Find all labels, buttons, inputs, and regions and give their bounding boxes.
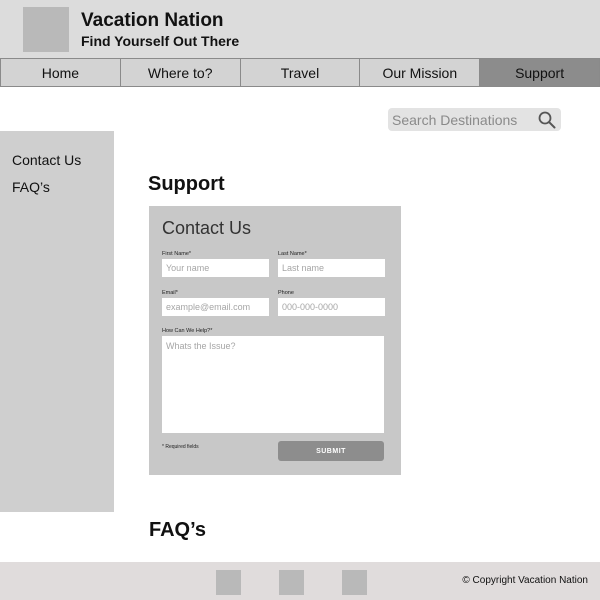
page-title: Support	[148, 173, 225, 195]
sidebar-item-faqs[interactable]: FAQ’s	[12, 179, 50, 195]
first-name-field[interactable]	[162, 259, 269, 277]
last-name-field[interactable]	[278, 259, 385, 277]
last-name-label: Last Name*	[278, 251, 307, 257]
search-bar	[388, 108, 561, 131]
social-icon-placeholder[interactable]	[342, 570, 367, 595]
email-label: Email*	[162, 290, 178, 296]
site-header: Vacation Nation Find Yourself Out There	[0, 0, 600, 58]
phone-label: Phone	[278, 290, 294, 296]
nav-item-our-mission[interactable]: Our Mission	[360, 58, 481, 87]
email-field[interactable]	[162, 298, 269, 316]
site-title: Vacation Nation	[81, 10, 224, 31]
form-title: Contact Us	[162, 218, 252, 238]
phone-field[interactable]	[278, 298, 385, 316]
search-icon[interactable]	[537, 110, 557, 130]
contact-form: Contact Us First Name* Last Name* Email*…	[149, 206, 401, 475]
nav-item-home[interactable]: Home	[0, 58, 121, 87]
copyright-text: © Copyright Vacation Nation	[462, 575, 588, 586]
message-textarea[interactable]	[162, 336, 384, 433]
message-label: How Can We Help?*	[162, 328, 213, 334]
nav-item-where-to[interactable]: Where to?	[120, 58, 241, 87]
nav-item-travel[interactable]: Travel	[240, 58, 361, 87]
social-icon-placeholder[interactable]	[216, 570, 241, 595]
search-input[interactable]	[388, 108, 533, 131]
nav-item-support[interactable]: Support	[480, 58, 600, 87]
main-nav: Home Where to? Travel Our Mission Suppor…	[0, 58, 600, 87]
social-icon-placeholder[interactable]	[279, 570, 304, 595]
site-tagline: Find Yourself Out There	[81, 33, 240, 49]
site-footer: © Copyright Vacation Nation	[0, 562, 600, 600]
required-fields-note: * Required fields	[162, 444, 199, 450]
sidebar-item-contact-us[interactable]: Contact Us	[12, 152, 81, 168]
faq-heading: FAQ’s	[149, 519, 207, 541]
sidebar: Contact Us FAQ’s	[0, 131, 114, 512]
first-name-label: First Name*	[162, 251, 192, 257]
logo-placeholder[interactable]	[23, 7, 69, 52]
submit-button[interactable]: SUBMIT	[278, 441, 384, 461]
